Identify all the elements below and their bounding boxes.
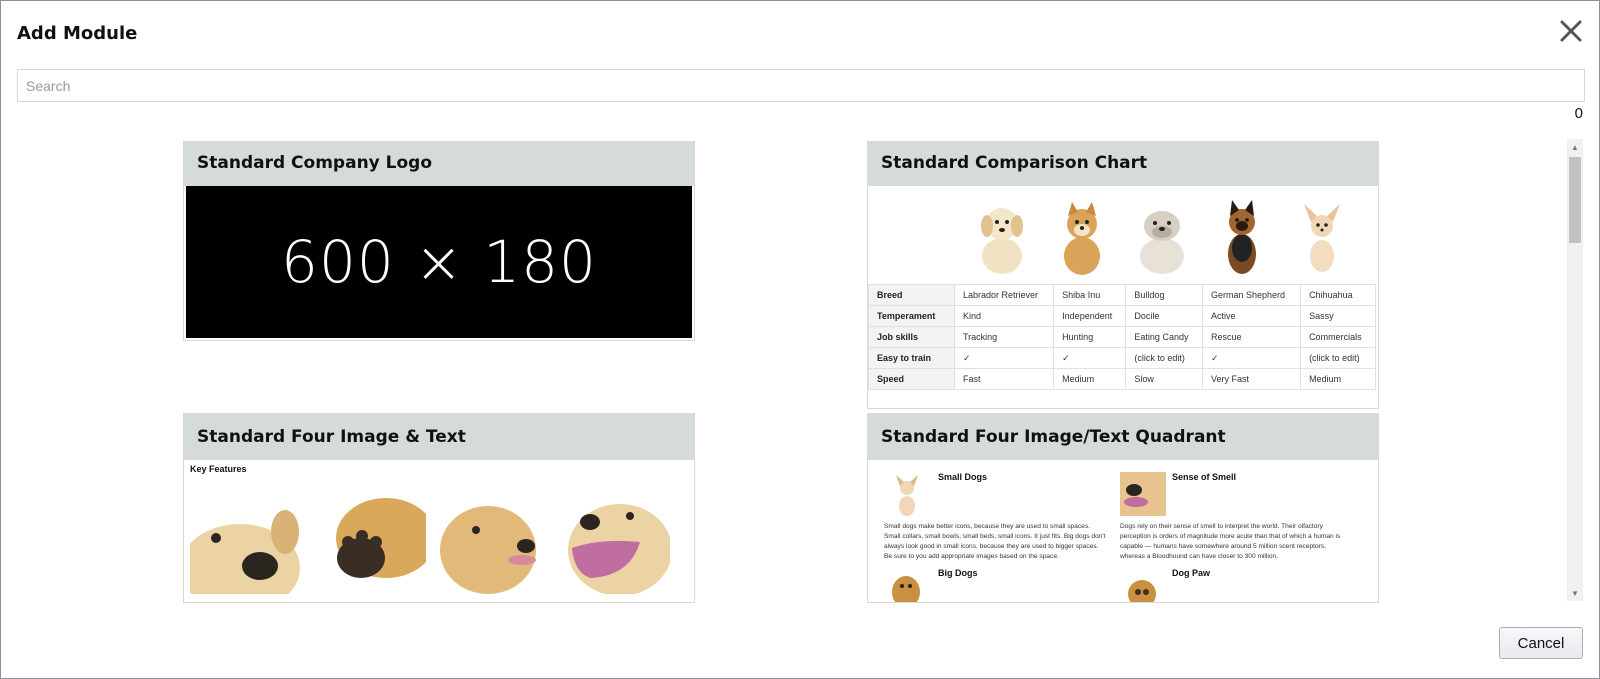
table-row: Breed Labrador Retriever Shiba Inu Bulld…	[868, 284, 1376, 306]
four-image-preview: Key Features	[184, 460, 694, 602]
module-card-four-image-quadrant[interactable]: Standard Four Image/Text Quadrant Small …	[867, 413, 1379, 603]
quadrant-item-title: Big Dogs	[938, 568, 978, 578]
module-card-title: Standard Four Image & Text	[184, 414, 694, 460]
table-row: Speed Fast Medium Slow Very Fast Medium	[868, 368, 1376, 390]
module-grid: Standard Company Logo 600 × 180 Standard…	[17, 141, 1585, 611]
table-cell: Active	[1201, 305, 1302, 327]
table-cell: Fast	[953, 368, 1055, 390]
dog-nose-image	[190, 498, 300, 594]
quadrant-preview: Small Dogs Small dogs make better icons,…	[868, 460, 1378, 602]
table-cell: Sassy	[1300, 305, 1376, 327]
table-cell: Independent	[1053, 305, 1127, 327]
table-cell: Medium	[1300, 368, 1376, 390]
table-cell: Slow	[1125, 368, 1203, 390]
dog-face-image	[438, 498, 548, 594]
dog-paw-thumb-image	[1120, 566, 1166, 602]
scroll-thumb[interactable]	[1569, 157, 1581, 243]
result-count: 0	[1574, 105, 1583, 122]
quadrant-item-text: Dogs rely on their sense of smell to int…	[1120, 523, 1341, 560]
table-cell: Kind	[953, 305, 1055, 327]
table-cell: ✓	[953, 347, 1055, 369]
key-features-heading: Key Features	[190, 464, 247, 474]
table-cell: Hunting	[1053, 326, 1127, 348]
module-list-scrollbar[interactable]: ▲ ▼	[1567, 139, 1583, 601]
table-cell: Chihuahua	[1300, 284, 1376, 306]
table-cell: Commercials	[1300, 326, 1376, 348]
german-shepherd-image	[1228, 200, 1256, 274]
table-cell: Shiba Inu	[1053, 284, 1127, 306]
cancel-button[interactable]: Cancel	[1499, 627, 1583, 659]
module-card-title: Standard Company Logo	[184, 141, 694, 186]
search-input[interactable]	[17, 69, 1585, 102]
logo-placeholder-text: 600 × 180	[281, 228, 597, 296]
dog-paw-image	[316, 498, 426, 594]
row-header: Speed	[868, 368, 955, 390]
chihuahua-image	[1304, 204, 1340, 272]
module-card-title: Standard Comparison Chart	[868, 141, 1378, 186]
small-dog-image	[884, 472, 930, 516]
table-row: Easy to train ✓ ✓ (click to edit) ✓ (cli…	[868, 347, 1376, 369]
sense-of-smell-image	[1120, 472, 1166, 516]
shiba-inu-image	[1064, 202, 1100, 275]
module-card-four-image-text[interactable]: Standard Four Image & Text Key Features	[183, 413, 695, 603]
row-header: Temperament	[868, 305, 955, 327]
table-cell: Rescue	[1201, 326, 1302, 348]
table-cell: German Shepherd	[1201, 284, 1302, 306]
table-row: Temperament Kind Independent Docile Acti…	[868, 305, 1376, 327]
table-cell: (click to edit)	[1125, 347, 1203, 369]
table-cell: ✓	[1201, 347, 1302, 369]
row-header: Job skills	[868, 326, 955, 348]
labrador-image	[981, 208, 1023, 274]
dialog-title: Add Module	[17, 23, 138, 44]
dog-images-row	[868, 186, 1378, 282]
close-button[interactable]	[1557, 17, 1585, 45]
table-cell: Very Fast	[1201, 368, 1302, 390]
module-card-title: Standard Four Image/Text Quadrant	[868, 414, 1378, 460]
quadrant-item-title: Small Dogs	[938, 472, 988, 482]
table-cell: (click to edit)	[1300, 347, 1376, 369]
dog-tongue-image	[560, 498, 670, 594]
quadrant-item-text: Small dogs make better icons, because th…	[884, 523, 1106, 560]
table-row: Job skills Tracking Hunting Eating Candy…	[868, 326, 1376, 348]
quadrant-item-title: Dog Paw	[1172, 568, 1211, 578]
table-cell: Bulldog	[1125, 284, 1203, 306]
table-cell: Tracking	[953, 326, 1055, 348]
add-module-dialog: Add Module 0 Standard Company Logo 600 ×…	[0, 0, 1600, 679]
big-dog-image	[884, 566, 930, 602]
row-header: Easy to train	[868, 347, 955, 369]
module-card-comparison-chart[interactable]: Standard Comparison Chart Breed Labrador…	[867, 141, 1379, 409]
close-icon	[1560, 20, 1582, 42]
row-header: Breed	[868, 284, 955, 306]
table-cell: ✓	[1053, 347, 1127, 369]
bulldog-image	[1140, 211, 1184, 274]
scroll-up-arrow-icon[interactable]: ▲	[1567, 139, 1583, 155]
comparison-table: Breed Labrador Retriever Shiba Inu Bulld…	[868, 284, 1376, 390]
quadrant-item-title: Sense of Smell	[1172, 472, 1237, 482]
table-cell: Eating Candy	[1125, 326, 1203, 348]
table-cell: Labrador Retriever	[953, 284, 1055, 306]
module-card-company-logo[interactable]: Standard Company Logo 600 × 180	[183, 141, 695, 341]
table-cell: Medium	[1053, 368, 1127, 390]
table-cell: Docile	[1125, 305, 1203, 327]
logo-preview: 600 × 180	[186, 186, 692, 338]
comparison-preview: Breed Labrador Retriever Shiba Inu Bulld…	[868, 186, 1378, 408]
scroll-down-arrow-icon[interactable]: ▼	[1567, 585, 1583, 601]
